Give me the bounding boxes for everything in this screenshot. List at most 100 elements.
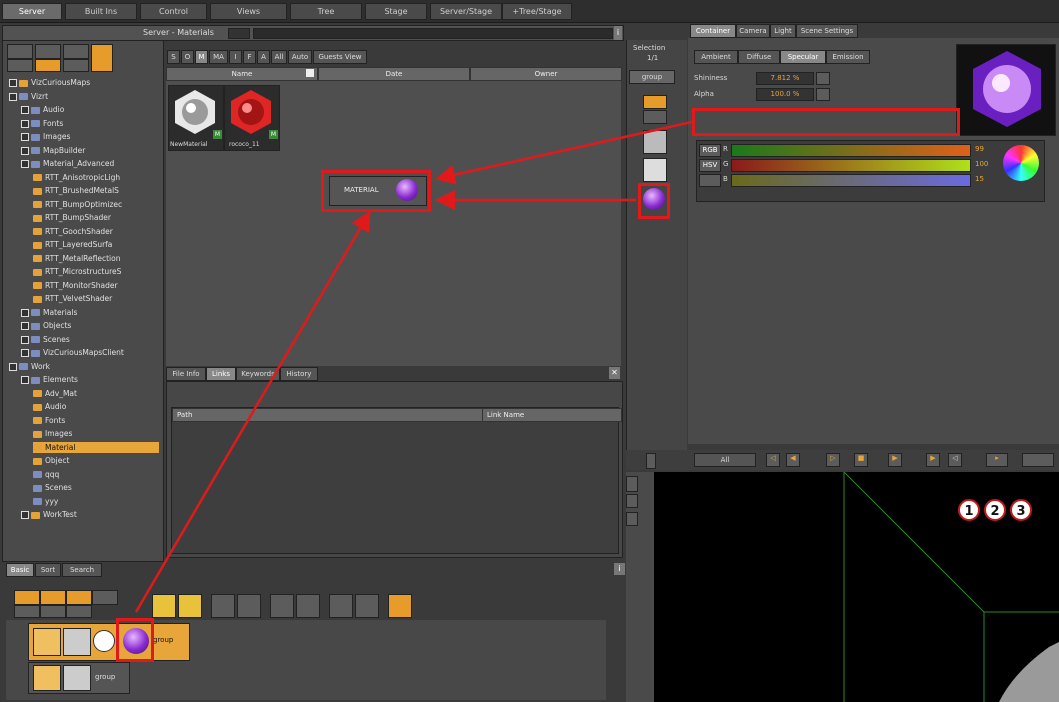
filter-all[interactable]: All <box>271 50 287 64</box>
expand-toggle-icon[interactable] <box>21 308 29 317</box>
loop-icon[interactable]: ◁ <box>948 453 962 467</box>
slider-r[interactable] <box>731 144 971 157</box>
bottom-info-button[interactable]: i <box>614 563 625 575</box>
tree-item[interactable]: Elements <box>21 374 78 385</box>
tab-camera[interactable]: Camera <box>736 24 770 38</box>
tab-tree-stage[interactable]: +Tree/Stage <box>502 3 572 20</box>
prop-transform-button[interactable] <box>643 130 667 154</box>
tree-item[interactable]: yyy <box>33 496 58 507</box>
tab-diffuse[interactable]: Diffuse <box>738 50 780 64</box>
stop-icon[interactable]: ■ <box>854 453 868 467</box>
tree-item[interactable]: qqq <box>33 469 59 480</box>
eyedropper-icon[interactable] <box>699 174 721 187</box>
color-wheel[interactable] <box>1003 145 1039 181</box>
tool-f[interactable] <box>40 605 66 618</box>
first-frame-icon[interactable]: ◁ <box>766 453 780 467</box>
tab-keywords[interactable]: Keywords <box>236 367 280 381</box>
tree-item[interactable]: RTT_MetalReflection <box>33 253 120 264</box>
col-link-name[interactable]: Link Name <box>482 408 622 422</box>
shininess-field[interactable]: 7.812 % <box>756 72 814 85</box>
tool-g[interactable] <box>66 605 92 618</box>
tree-item[interactable]: Fonts <box>33 415 65 426</box>
speed-icon[interactable]: ▸ <box>986 453 1008 467</box>
tool-d[interactable] <box>92 590 118 605</box>
filter-guests-view[interactable]: Guests View <box>313 50 367 64</box>
viewport-tool-2[interactable] <box>626 494 638 508</box>
tab-specular[interactable]: Specular <box>780 50 826 64</box>
scene-node-group-1[interactable]: group <box>28 623 190 661</box>
tree-item[interactable]: RTT_MonitorShader <box>33 280 118 291</box>
filter-i[interactable]: I <box>229 50 242 64</box>
alpha-stepper[interactable] <box>816 88 830 101</box>
shininess-stepper[interactable] <box>816 72 830 85</box>
hsv-mode-button[interactable]: HSV <box>699 159 721 172</box>
tab-control[interactable]: Control <box>140 3 207 20</box>
tab-file-info[interactable]: File Info <box>166 367 206 381</box>
expand-toggle-icon[interactable] <box>21 160 29 168</box>
tree-tool-2[interactable] <box>35 44 61 59</box>
tab-built-ins[interactable]: Built Ins <box>65 3 137 20</box>
prop-texture-button[interactable] <box>643 158 667 182</box>
filter-f[interactable]: F <box>243 50 256 64</box>
tree-item[interactable]: Scenes <box>33 482 72 493</box>
thumb-newmaterial[interactable]: M NewMaterial <box>168 85 224 151</box>
tab-search[interactable]: Search <box>62 563 102 577</box>
collapse-icon[interactable] <box>237 594 261 618</box>
view-options-icon[interactable] <box>1022 453 1054 467</box>
tool-c[interactable] <box>66 590 92 605</box>
material-chip[interactable]: MATERIAL <box>329 176 427 206</box>
settings-icon[interactable] <box>388 594 412 618</box>
tree-item[interactable]: RTT_GoochShader <box>33 226 113 237</box>
tree-settings-button[interactable] <box>91 44 113 72</box>
play-icon[interactable]: ▶ <box>888 453 902 467</box>
rgb-mode-button[interactable]: RGB <box>699 144 721 157</box>
zoom-in-icon[interactable] <box>152 594 176 618</box>
expand-toggle-icon[interactable] <box>21 106 29 114</box>
tree-item[interactable]: RTT_BumpOptimizec <box>33 199 122 210</box>
tree-item[interactable]: Fonts <box>21 118 63 129</box>
expand-toggle-icon[interactable] <box>21 119 29 128</box>
tree-item[interactable]: RTT_MicrostructureS <box>33 266 121 277</box>
tree-tool-1[interactable] <box>7 44 33 59</box>
merge-icon[interactable] <box>329 594 353 618</box>
prev-frame-icon[interactable]: ◀ <box>786 453 800 467</box>
filter-m[interactable]: M <box>195 50 208 64</box>
selection-name[interactable]: group <box>629 70 675 84</box>
tree-item[interactable]: RTT_VelvetShader <box>33 293 112 304</box>
expand-toggle-icon[interactable] <box>9 92 17 101</box>
tree-item[interactable]: Adv_Mat <box>33 388 77 399</box>
tab-emission[interactable]: Emission <box>826 50 870 64</box>
filter-ma[interactable]: MA <box>209 50 228 64</box>
tab-history[interactable]: History <box>280 367 318 381</box>
tree-item[interactable]: Material_Advanced <box>21 158 114 169</box>
tree-item[interactable]: Materials <box>21 307 77 318</box>
expand-toggle-icon[interactable] <box>21 349 29 357</box>
tree-tool-5[interactable] <box>35 59 61 72</box>
expand-toggle-icon[interactable] <box>21 322 29 330</box>
tool-e[interactable] <box>14 605 40 618</box>
tab-tree[interactable]: Tree <box>290 3 362 20</box>
expand-toggle-icon[interactable] <box>9 79 17 87</box>
tab-scene-settings[interactable]: Scene Settings <box>796 24 858 38</box>
tree-tool-4[interactable] <box>7 59 33 72</box>
filter-auto[interactable]: Auto <box>288 50 312 64</box>
tree-item[interactable]: Images <box>21 131 70 142</box>
filter-a[interactable]: A <box>257 50 270 64</box>
tab-links[interactable]: Links <box>206 367 236 381</box>
tree-item[interactable]: Audio <box>21 104 64 115</box>
thumb-rococo[interactable]: M rococo_11 <box>224 85 280 151</box>
tab-views[interactable]: Views <box>210 3 287 20</box>
slider-g[interactable] <box>731 159 971 172</box>
scene-node-group-2[interactable]: group <box>28 662 130 694</box>
prop-container-button[interactable] <box>643 95 667 109</box>
tree-item[interactable]: Material <box>33 441 159 453</box>
tab-container[interactable]: Container <box>690 24 736 38</box>
tab-light[interactable]: Light <box>770 24 796 38</box>
slider-b[interactable] <box>731 174 971 187</box>
viewport-tool-3[interactable] <box>626 512 638 526</box>
tab-sort[interactable]: Sort <box>35 563 61 577</box>
zoom-out-icon[interactable] <box>178 594 202 618</box>
tab-server[interactable]: Server <box>2 3 62 20</box>
tree-item[interactable]: Objects <box>21 320 71 331</box>
sort-icon[interactable] <box>306 69 314 77</box>
